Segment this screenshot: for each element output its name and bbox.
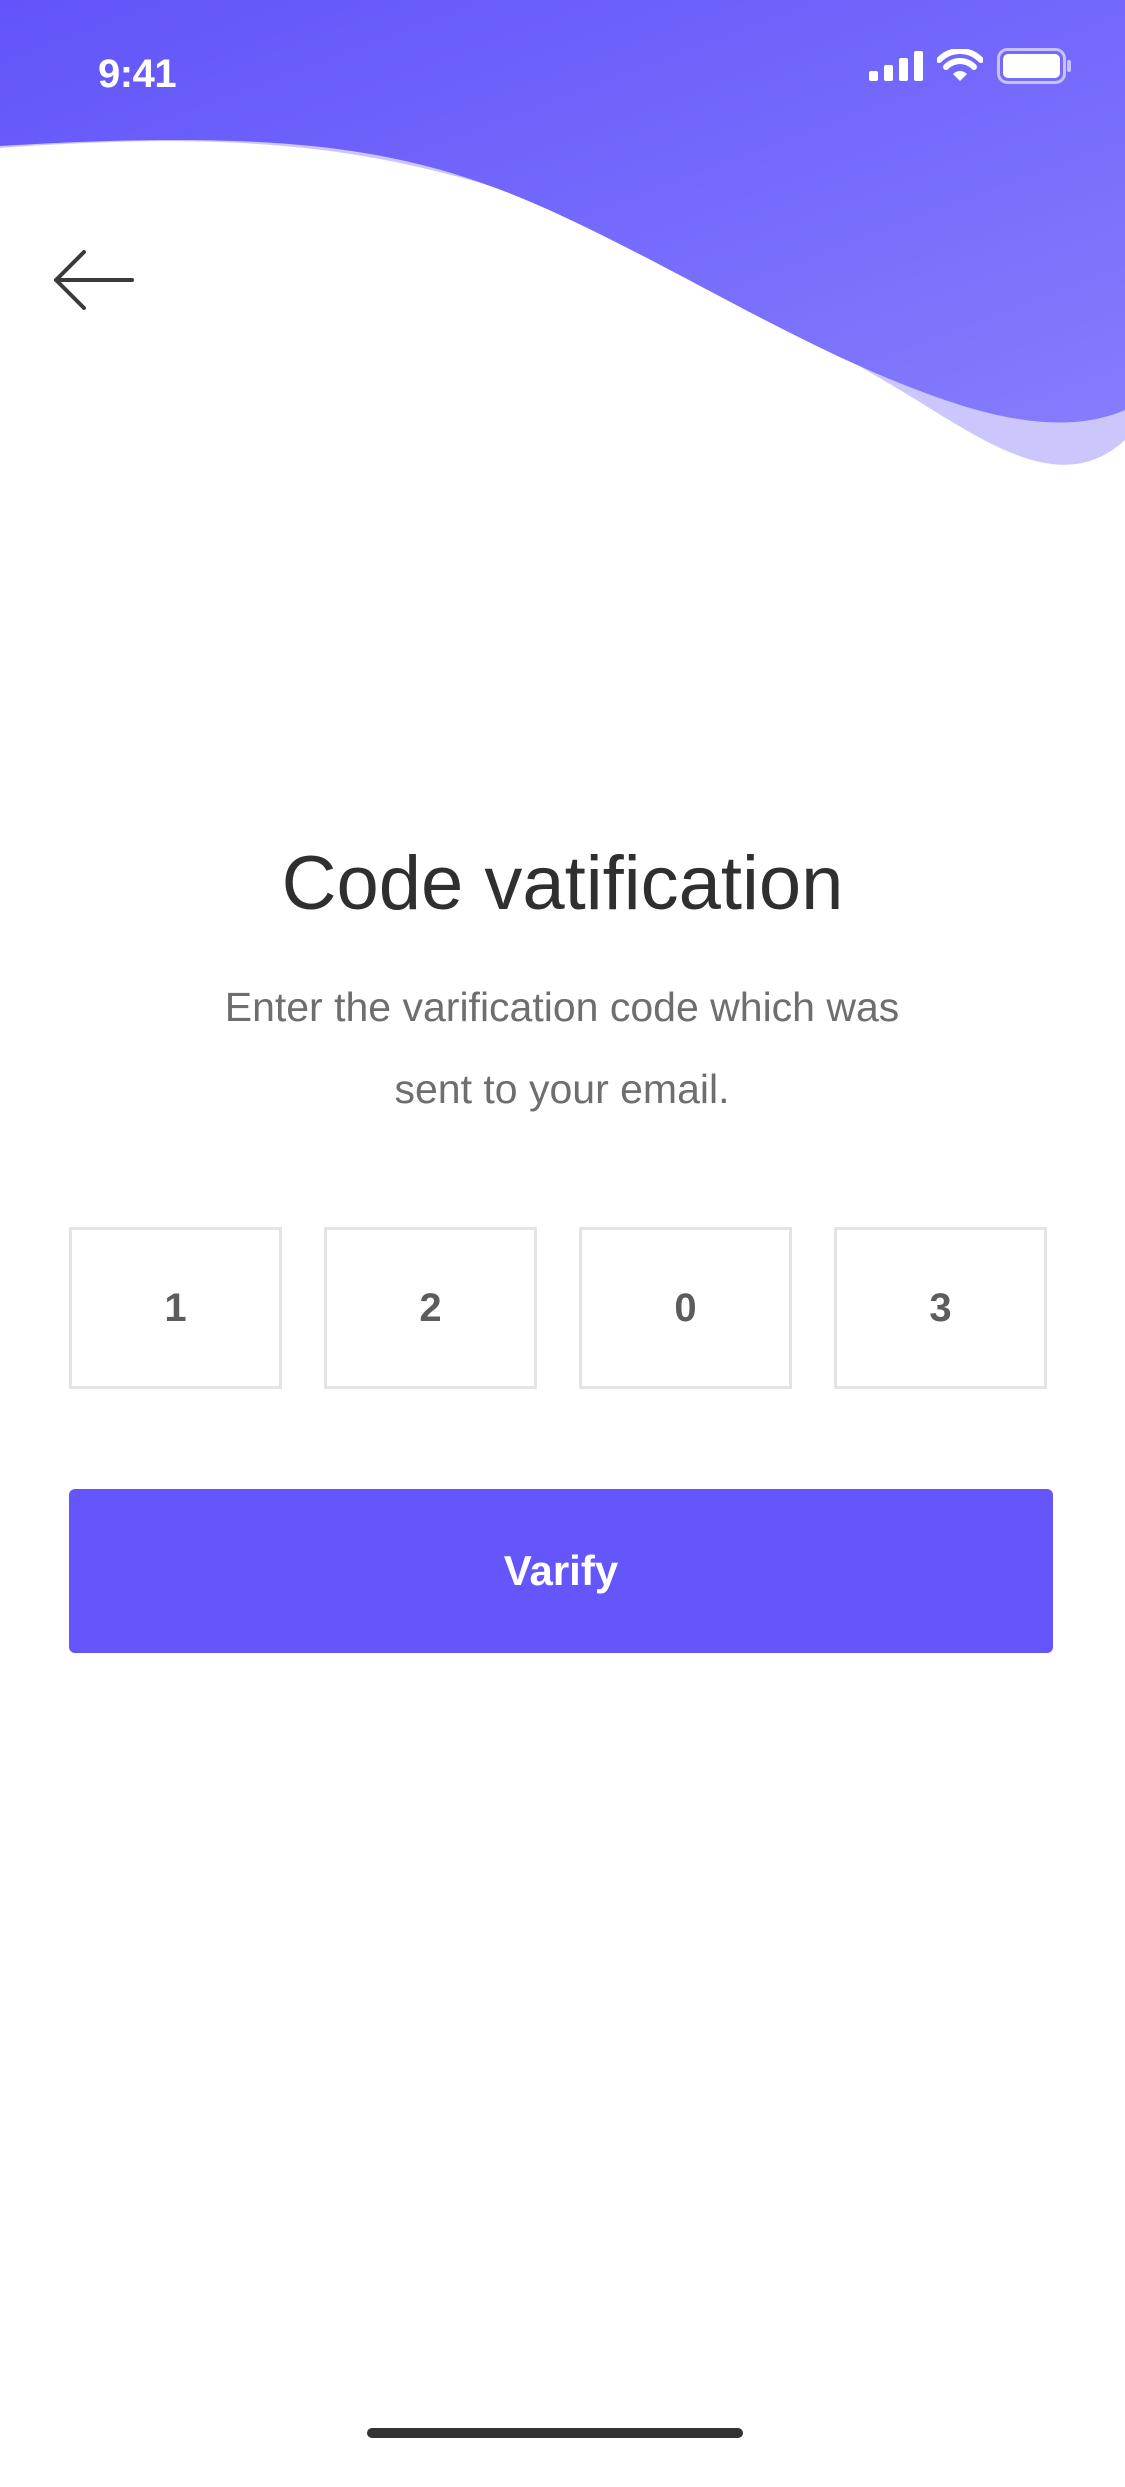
code-digit-1-input[interactable]: 1 [69,1227,282,1389]
code-digit-4-input[interactable]: 3 [834,1227,1047,1389]
instruction-text: Enter the varification code which was se… [162,966,962,1130]
page-title: Code vatification [281,841,844,926]
back-button[interactable] [48,240,138,320]
battery-icon [997,48,1071,84]
status-bar: 9:41 [0,0,1125,140]
arrow-left-icon [54,250,134,310]
instruction-line-2: sent to your email. [394,1066,730,1112]
verify-button[interactable]: Varify [69,1489,1053,1653]
cellular-signal-icon [869,51,923,81]
status-time: 9:41 [98,52,177,96]
code-verification-screen: 9:41 Code vatification Enter the varific… [0,0,1125,2487]
status-icons [869,48,1073,84]
instruction-line-1: Enter the varification code which was [224,984,900,1030]
code-digit-3-input[interactable]: 0 [579,1227,792,1389]
home-indicator[interactable] [367,2428,743,2438]
code-digit-2-input[interactable]: 2 [324,1227,537,1389]
wifi-icon [937,49,983,81]
verify-button-label: Varify [503,1547,619,1594]
